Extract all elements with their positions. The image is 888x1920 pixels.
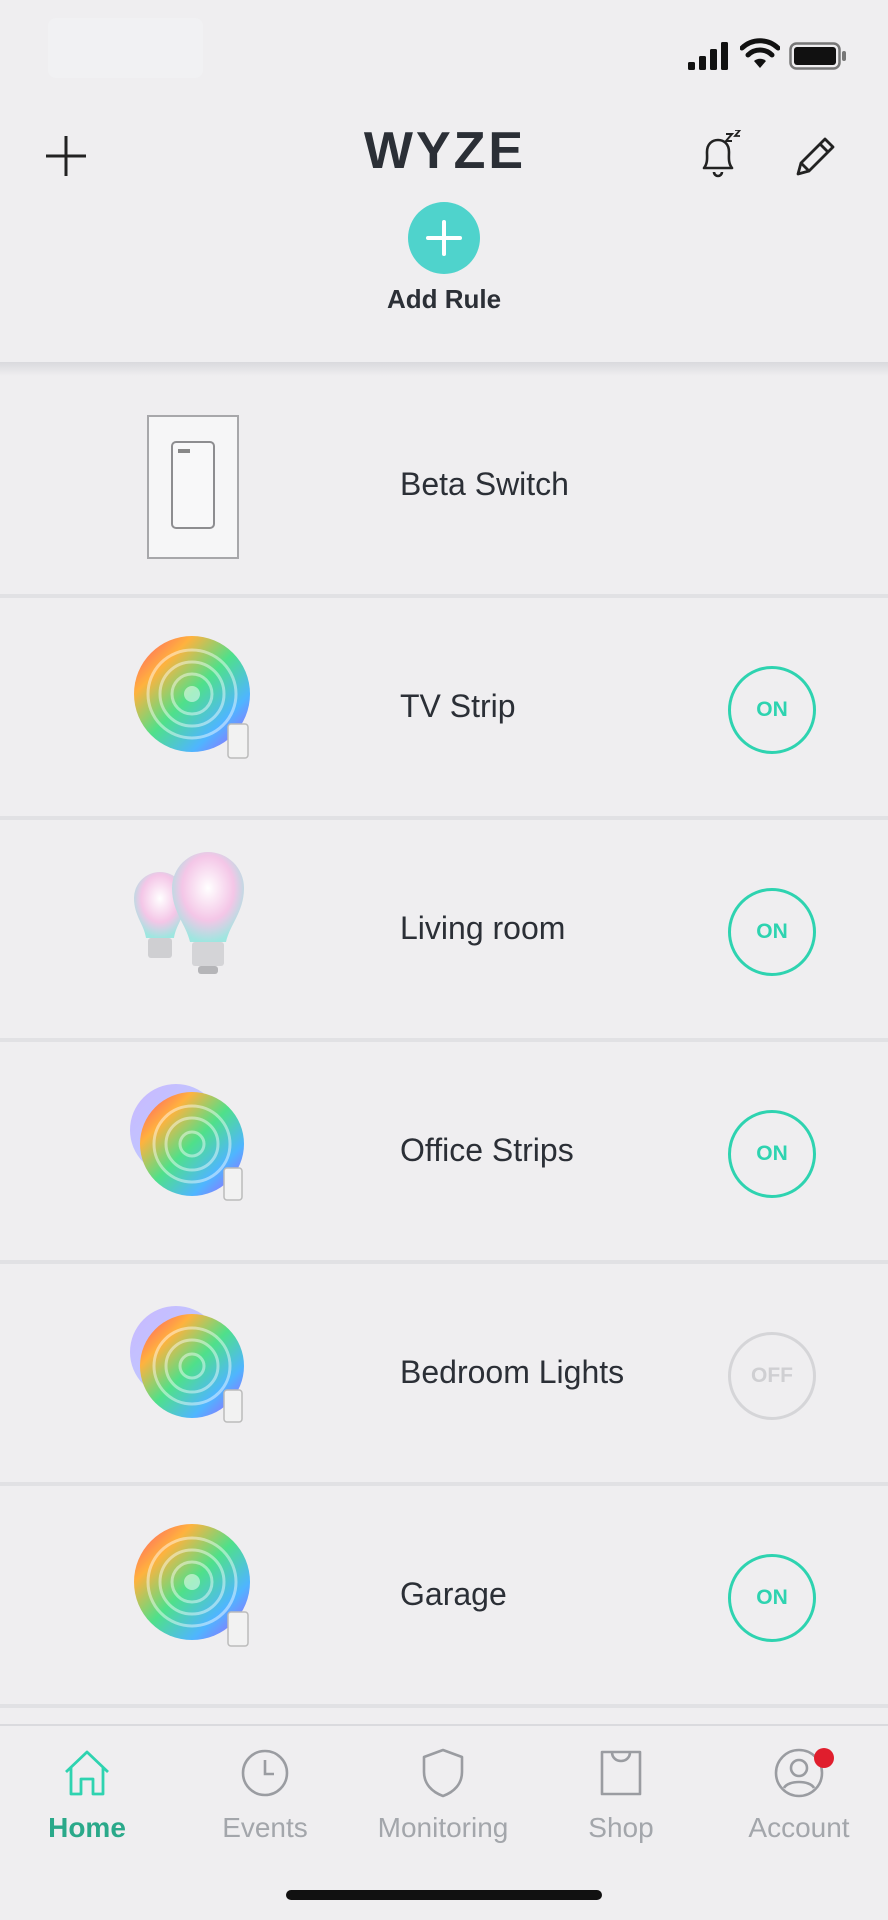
light-switch-image <box>147 415 239 559</box>
light-strip-image <box>134 636 250 759</box>
light-strip-image <box>134 1524 250 1647</box>
home-icon <box>65 1750 109 1796</box>
notification-badge <box>814 1748 834 1768</box>
power-toggle-button[interactable]: ON <box>728 666 816 754</box>
plus-icon <box>426 220 462 256</box>
power-toggle-button[interactable]: ON <box>728 888 816 976</box>
power-toggle-button[interactable]: ON <box>728 1110 816 1198</box>
tab-account[interactable]: Account <box>714 1746 884 1856</box>
device-row-garage[interactable]: Garage ON <box>0 1486 888 1708</box>
device-row-living-room[interactable]: Living room ON <box>0 820 888 1042</box>
device-list: Beta Switch TV Strip ON Living room ON O… <box>0 376 888 1708</box>
tab-events[interactable]: Events <box>180 1746 350 1856</box>
add-rule-button[interactable] <box>408 202 480 274</box>
light-bulbs-image <box>134 852 244 974</box>
add-rule-label[interactable]: Add Rule <box>344 284 544 315</box>
power-toggle-button[interactable]: OFF <box>728 1332 816 1420</box>
device-name: Garage <box>400 1576 507 1612</box>
header-divider <box>0 362 888 376</box>
shopping-bag-icon <box>600 1750 642 1796</box>
light-strip-group-image <box>130 1084 244 1201</box>
tab-label: Home <box>48 1812 126 1843</box>
tab-label: Shop <box>588 1812 654 1843</box>
status-bar <box>0 0 888 100</box>
wyze-logo: WYZE <box>364 125 526 175</box>
status-bar-left-area <box>48 18 203 78</box>
add-device-plus-icon[interactable] <box>42 132 90 180</box>
light-strip-group-image <box>130 1306 244 1423</box>
device-name: Bedroom Lights <box>400 1354 625 1390</box>
tab-label: Account <box>748 1812 850 1843</box>
device-name: Office Strips <box>400 1132 574 1168</box>
home-indicator[interactable] <box>286 1890 602 1900</box>
wifi-icon <box>740 38 780 68</box>
device-name: TV Strip <box>400 688 516 724</box>
device-row-bedroom-lights[interactable]: Bedroom Lights OFF <box>0 1264 888 1486</box>
tab-monitoring[interactable]: Monitoring <box>358 1746 528 1856</box>
device-name: Beta Switch <box>400 466 569 502</box>
power-toggle-button[interactable]: ON <box>728 1554 816 1642</box>
tab-label: Events <box>222 1812 308 1843</box>
svg-text:WYZE: WYZE <box>364 125 526 175</box>
battery-icon <box>789 42 846 70</box>
clock-icon <box>241 1749 289 1797</box>
device-row-beta-switch[interactable]: Beta Switch <box>0 376 888 598</box>
edit-pencil-icon[interactable] <box>790 132 840 182</box>
device-row-tv-strip[interactable]: TV Strip ON <box>0 598 888 820</box>
device-name: Living room <box>400 910 566 946</box>
device-row-office-strips[interactable]: Office Strips ON <box>0 1042 888 1264</box>
tab-home[interactable]: Home <box>2 1746 172 1856</box>
tab-shop[interactable]: Shop <box>536 1746 706 1856</box>
cellular-signal-icon <box>688 42 728 70</box>
notification-snooze-bell-icon[interactable] <box>694 130 746 182</box>
shield-icon <box>422 1748 464 1798</box>
tab-label: Monitoring <box>377 1812 509 1843</box>
